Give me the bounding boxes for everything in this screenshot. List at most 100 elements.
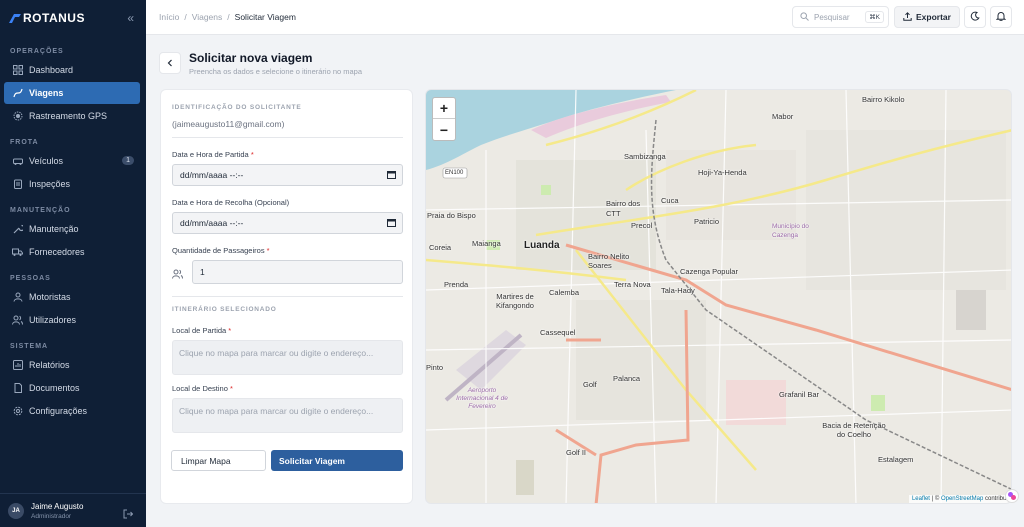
search-placeholder: Pesquisar — [814, 12, 850, 22]
nav-section-operacoes: OPERAÇÕES Dashboard Viagens Rastreamento… — [0, 48, 146, 127]
sidebar-item-viagens[interactable]: Viagens — [4, 82, 140, 104]
map-label: Pinto — [426, 363, 444, 372]
pickup-datetime-input[interactable]: dd/mm/aaaa --:-- — [172, 212, 403, 234]
requester-email: (jaimeaugusto11@gmail.com) — [172, 119, 285, 129]
required-mark: * — [266, 246, 270, 255]
bell-icon — [995, 8, 1007, 26]
calendar-icon[interactable] — [387, 170, 396, 181]
route-map[interactable]: + − EN100 Bairro Kikolo Mabor Sambizanga… — [425, 89, 1012, 504]
clear-map-button[interactable]: Limpar Mapa — [171, 450, 266, 471]
sidebar: ROTANUS « OPERAÇÕES Dashboard Viagens Ra… — [0, 0, 146, 527]
logo-row: ROTANUS « — [0, 0, 146, 36]
map-label: Bacia de Retenção do Coelho — [822, 421, 886, 439]
back-button[interactable] — [159, 52, 181, 74]
origin-label-text: Local de Partida — [172, 326, 227, 335]
breadcrumb-item[interactable]: Viagens — [192, 12, 223, 22]
brand-name: ROTANUS — [23, 11, 85, 25]
map-label: Coreia — [429, 243, 452, 252]
sidebar-item-inspecoes[interactable]: Inspeções — [4, 173, 140, 195]
users-icon — [172, 266, 183, 284]
sidebar-item-label: Utilizadores — [29, 315, 77, 325]
required-mark: * — [250, 150, 254, 159]
sidebar-item-label: Dashboard — [29, 65, 74, 75]
map-label: Terra Nova — [614, 280, 651, 289]
passengers-input[interactable]: 1 — [192, 260, 403, 284]
map-label: Luanda — [524, 240, 560, 251]
map-label: Bairro Kikolo — [862, 95, 905, 104]
map-label: Bairro Nelito Soares — [588, 252, 630, 270]
breadcrumb-current: Solicitar Viagem — [234, 12, 296, 22]
chevron-left-icon — [166, 54, 174, 72]
search-icon — [800, 11, 809, 23]
theme-toggle-button[interactable] — [964, 6, 986, 28]
passengers-label-text: Quantidade de Passageiros — [172, 246, 265, 255]
leaflet-link[interactable]: Leaflet — [912, 496, 930, 502]
nav-section-title: MANUTENÇÃO — [10, 207, 71, 214]
map-label: Cassequel — [540, 328, 576, 337]
export-label: Exportar — [916, 12, 951, 22]
divider — [172, 137, 403, 138]
sidebar-item-label: Relatórios — [29, 360, 70, 370]
sidebar-item-dashboard[interactable]: Dashboard — [4, 59, 140, 81]
sidebar-item-fornecedores[interactable]: Fornecedores — [4, 241, 140, 263]
user-icon — [12, 292, 23, 303]
map-label: Aeroporto Internacional 4 de Fevereiro — [456, 387, 508, 410]
nav-section-pessoas: PESSOAS Motoristas Utilizadores — [0, 275, 146, 331]
map-label: Cazenga Popular — [680, 267, 738, 276]
sidebar-item-rastreamento-gps[interactable]: Rastreamento GPS — [4, 105, 140, 127]
nav-section-title: PESSOAS — [10, 275, 51, 282]
map-label: Calemba — [549, 288, 580, 297]
map-label: Maianga — [472, 239, 501, 248]
osm-link[interactable]: OpenStreetMap — [941, 496, 983, 502]
origin-address-input[interactable]: Clique no mapa para marcar ou digite o e… — [172, 340, 403, 375]
sidebar-item-veiculos[interactable]: Veículos 1 — [4, 150, 140, 172]
sidebar-item-utilizadores[interactable]: Utilizadores — [4, 309, 140, 331]
sidebar-item-label: Fornecedores — [29, 247, 85, 257]
breadcrumb-separator: / — [227, 12, 230, 22]
itinerary-section-title: ITINERÁRIO SELECIONADO — [172, 306, 277, 313]
user-name: Jaime Augusto — [31, 501, 84, 511]
car-icon — [12, 156, 23, 167]
map-label: Grafanil Bar — [779, 390, 820, 399]
brand-logo[interactable]: ROTANUS — [8, 11, 85, 25]
map-label: Cuca — [661, 196, 679, 205]
passengers-label: Quantidade de Passageiros * — [172, 246, 270, 255]
map-label: EN100 — [445, 170, 464, 176]
departure-datetime-input[interactable]: dd/mm/aaaa --:-- — [172, 164, 403, 186]
submit-trip-button[interactable]: Solicitar Viagem — [271, 450, 403, 471]
sidebar-item-configuracoes[interactable]: Configurações — [4, 400, 140, 422]
sidebar-item-documentos[interactable]: Documentos — [4, 377, 140, 399]
search-input[interactable]: Pesquisar ⌘K — [792, 6, 889, 28]
breadcrumb: Início / Viagens / Solicitar Viagem — [159, 12, 296, 22]
zoom-in-button[interactable]: + — [433, 98, 455, 119]
map-label: Golf — [583, 380, 597, 389]
map-label: Prenda — [444, 280, 469, 289]
assistant-extension-icon[interactable] — [1005, 489, 1019, 503]
grid-icon — [12, 65, 23, 76]
count-badge: 1 — [122, 156, 134, 165]
collapse-sidebar-icon[interactable]: « — [127, 11, 134, 25]
logout-icon[interactable] — [123, 506, 134, 524]
departure-label-text: Data e Hora de Partida — [172, 150, 249, 159]
upload-icon — [903, 11, 912, 23]
search-shortcut: ⌘K — [865, 11, 884, 23]
page-title: Solicitar nova viagem — [189, 51, 313, 65]
chart-icon — [12, 360, 23, 371]
departure-label: Data e Hora de Partida * — [172, 150, 254, 159]
truck-icon — [12, 247, 23, 258]
nav-section-title: SISTEMA — [10, 343, 49, 350]
sidebar-item-relatorios[interactable]: Relatórios — [4, 354, 140, 376]
sidebar-item-label: Veículos — [29, 156, 64, 166]
sidebar-item-motoristas[interactable]: Motoristas — [4, 286, 140, 308]
notifications-button[interactable] — [990, 6, 1012, 28]
destination-address-input[interactable]: Clique no mapa para marcar ou digite o e… — [172, 398, 403, 433]
map-label: Praia do Bispo — [427, 211, 476, 220]
export-button[interactable]: Exportar — [894, 6, 960, 28]
avatar[interactable]: JA — [8, 502, 24, 519]
required-mark: * — [228, 326, 232, 335]
sidebar-item-manutencao[interactable]: Manutenção — [4, 218, 140, 240]
calendar-icon[interactable] — [387, 218, 396, 229]
breadcrumb-item[interactable]: Início — [159, 12, 179, 22]
zoom-out-button[interactable]: − — [433, 119, 455, 140]
moon-icon — [970, 8, 980, 26]
